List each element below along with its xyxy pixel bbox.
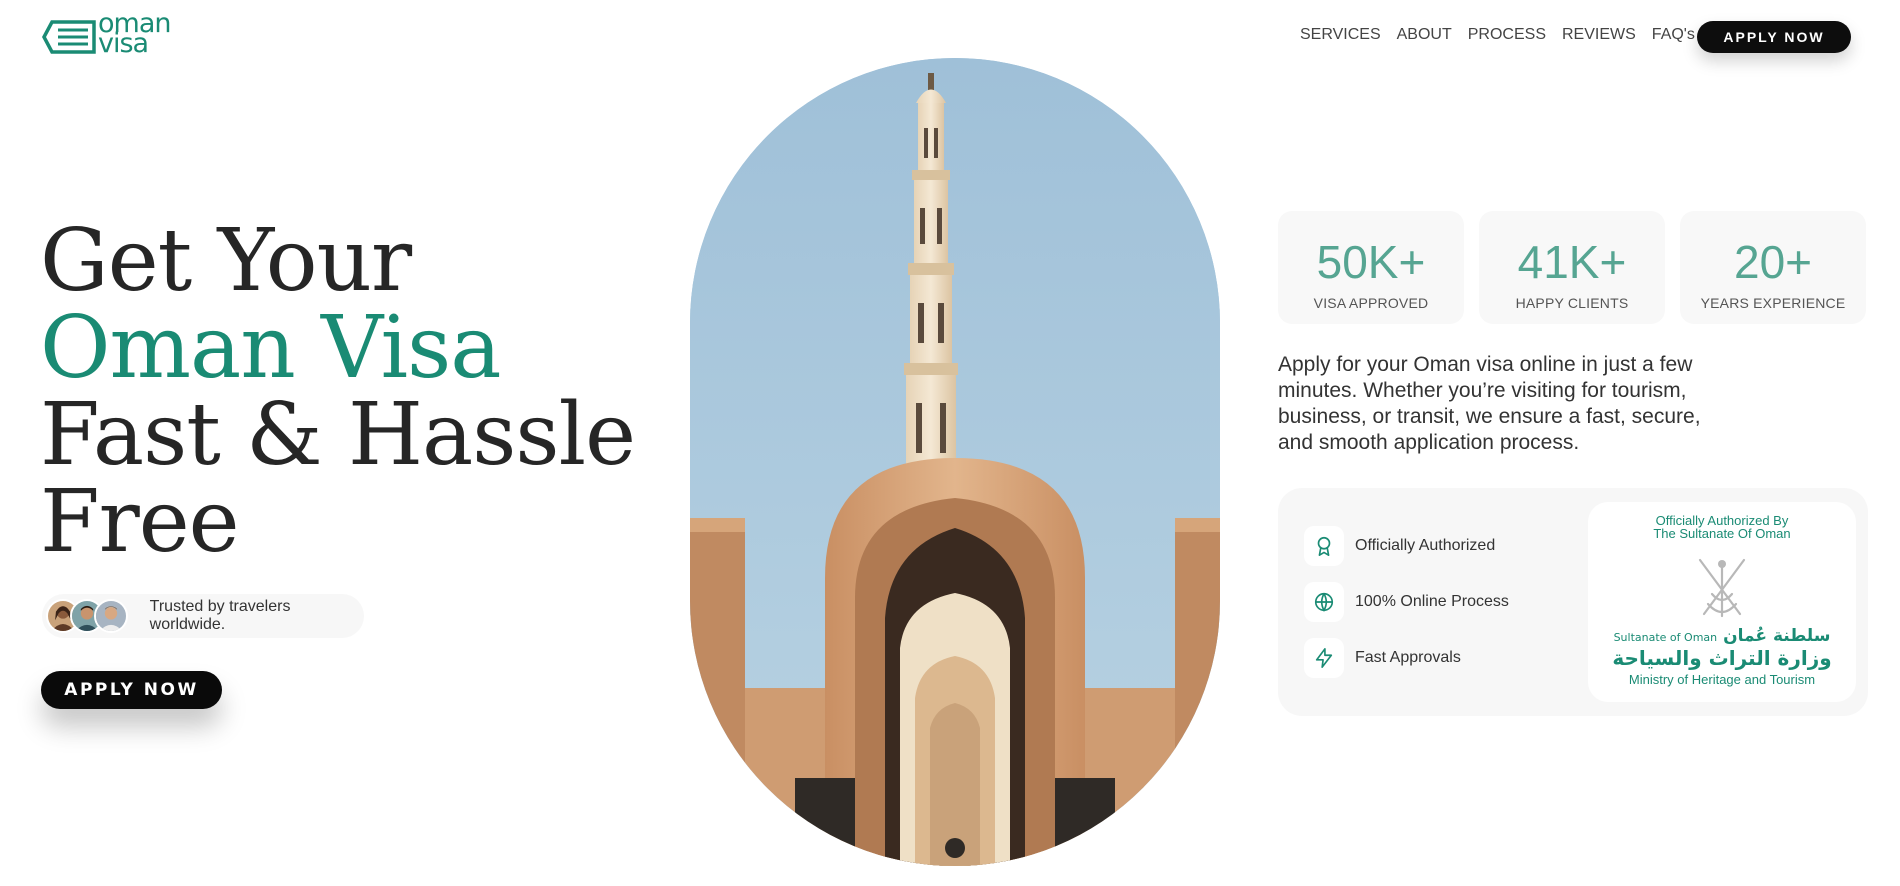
stat-visa-approved: 50K+ VISA APPROVED (1278, 211, 1464, 324)
globe-icon (1304, 582, 1344, 622)
logo-text: oman visa (98, 10, 171, 57)
stat-value: 41K+ (1517, 236, 1627, 288)
lightning-icon (1304, 638, 1344, 678)
nav-process[interactable]: PROCESS (1468, 26, 1546, 44)
mosque-image (690, 58, 1220, 866)
main-nav: SERVICES ABOUT PROCESS REVIEWS FAQ's (1300, 26, 1695, 44)
sultanate-row: Sultanate of Oman سلطنة عُمان (1588, 626, 1856, 646)
feature-item: Fast Approvals (1304, 638, 1461, 678)
stat-label: YEARS EXPERIENCE (1700, 295, 1846, 311)
stat-label: VISA APPROVED (1313, 295, 1429, 311)
logo-mark-icon (42, 20, 96, 54)
hero-title-line1: Get Your (40, 211, 412, 311)
feature-label: Officially Authorized (1355, 537, 1496, 554)
authority-title-line2: The Sultanate Of Oman (1653, 526, 1791, 541)
oman-emblem-icon (1698, 558, 1746, 618)
ministry-ar: وزارة التراث والسياحة (1612, 646, 1832, 670)
features-card: Officially Authorized 100% Online Proces… (1278, 488, 1868, 716)
header-apply-now-button[interactable]: APPLY NOW (1697, 21, 1851, 53)
nav-reviews[interactable]: REVIEWS (1562, 26, 1636, 44)
award-icon (1304, 526, 1344, 566)
stat-happy-clients: 41K+ HAPPY CLIENTS (1479, 211, 1665, 324)
trust-text: Trusted by travelers worldwide. (149, 598, 291, 633)
hero-apply-now-button[interactable]: APPLY NOW (41, 671, 222, 709)
nav-about[interactable]: ABOUT (1397, 26, 1452, 44)
logo[interactable]: oman visa (42, 10, 178, 60)
stat-years-experience: 20+ YEARS EXPERIENCE (1680, 211, 1866, 324)
avatar-group (46, 596, 128, 636)
avatar (94, 599, 128, 633)
stat-label: HAPPY CLIENTS (1515, 295, 1629, 311)
hero-title-accent: Oman Visa (40, 298, 502, 398)
feature-label: 100% Online Process (1355, 593, 1509, 610)
hero-title: Get Your Oman Visa Fast & Hassle Free (40, 211, 636, 572)
nav-faqs[interactable]: FAQ's (1652, 26, 1695, 44)
stat-value: 20+ (1733, 236, 1813, 288)
sultanate-en: Sultanate of Oman (1613, 631, 1718, 644)
trust-badge: Trusted by travelers worldwide. (42, 594, 364, 638)
hero-title-line3: Fast & Hassle (40, 385, 636, 485)
feature-label: Fast Approvals (1355, 649, 1461, 666)
authority-badge: Officially Authorized By The Sultanate O… (1588, 502, 1856, 702)
stat-value: 50K+ (1316, 236, 1426, 288)
ministry-en: Ministry of Heritage and Tourism (1628, 672, 1816, 687)
nav-services[interactable]: SERVICES (1300, 26, 1381, 44)
hero-description: Apply for your Oman visa online in just … (1278, 353, 1701, 454)
hero-title-line4: Free (40, 472, 240, 572)
authority-title: Officially Authorized By The Sultanate O… (1588, 514, 1856, 540)
sultanate-ar: سلطنة عُمان (1723, 626, 1831, 646)
feature-item: Officially Authorized (1304, 526, 1495, 566)
feature-item: 100% Online Process (1304, 582, 1509, 622)
